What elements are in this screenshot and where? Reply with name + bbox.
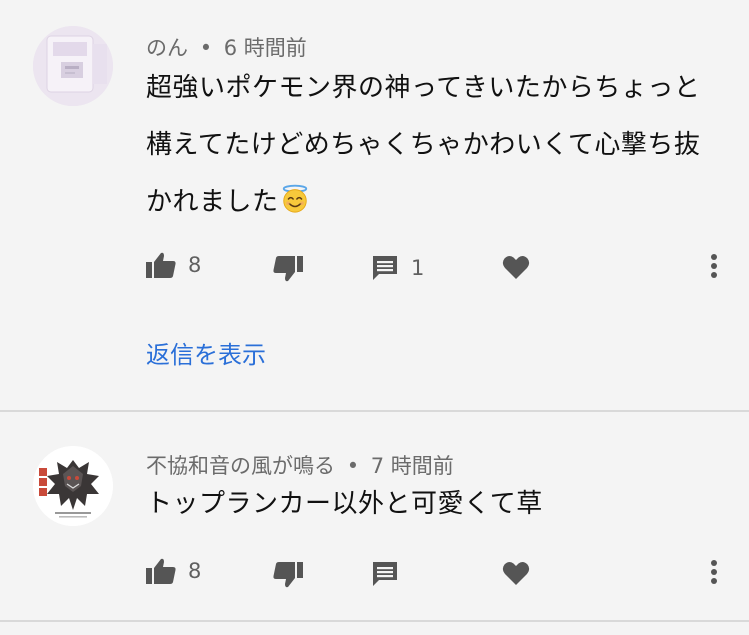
meta-separator: •: [199, 36, 213, 60]
comment: のん • 6 時間前 超強いポケモン界の神ってきいたからちょっと構えてたけどめち…: [0, 0, 749, 410]
thumbs-up-icon: [146, 252, 176, 278]
heart-button[interactable]: [502, 254, 530, 280]
heart-icon: [502, 255, 530, 279]
thumbs-down-icon: [273, 256, 303, 282]
author-name[interactable]: のん: [146, 36, 188, 60]
meta-separator: •: [346, 454, 360, 478]
more-options-button[interactable]: [709, 252, 719, 282]
reply-button[interactable]: 1: [371, 254, 424, 282]
smiling-face-with-halo-icon: [282, 184, 307, 213]
comment-time[interactable]: 6 時間前: [224, 36, 307, 60]
comment-text: 超強いポケモン界の神ってきいたからちょっと構えてたけどめちゃくちゃかわいくて心撃…: [146, 60, 716, 231]
reply-button[interactable]: [371, 560, 399, 588]
heart-icon: [502, 561, 530, 585]
avatar-image: [33, 446, 113, 526]
thumbs-up-icon: [146, 558, 176, 584]
comment-text-content: 超強いポケモン界の神ってきいたからちょっと構えてたけどめちゃくちゃかわいくて心撃…: [146, 73, 701, 217]
like-button[interactable]: 8: [146, 252, 201, 278]
avatar[interactable]: [33, 26, 113, 106]
more-vertical-icon: [711, 560, 717, 584]
like-count: 8: [188, 253, 202, 277]
divider: [0, 620, 749, 622]
comment-meta: のん • 6 時間前: [146, 32, 307, 62]
comment-time[interactable]: 7 時間前: [371, 454, 454, 478]
avatar[interactable]: [33, 446, 113, 526]
dislike-button[interactable]: [273, 256, 303, 282]
like-count: 8: [188, 559, 202, 583]
reply-count: 1: [411, 256, 425, 280]
comment-text: トップランカー以外と可愛くて草: [146, 476, 716, 533]
author-name[interactable]: 不協和音の風が鳴る: [146, 454, 335, 478]
thumbs-down-icon: [273, 562, 303, 588]
show-replies-link[interactable]: 返信を表示: [146, 335, 266, 370]
like-button[interactable]: 8: [146, 558, 201, 584]
more-vertical-icon: [711, 254, 717, 278]
heart-button[interactable]: [502, 560, 530, 586]
comment-icon: [373, 562, 397, 586]
comment-text-content: トップランカー以外と可愛くて草: [146, 489, 543, 519]
comment: 不協和音の風が鳴る • 7 時間前 トップランカー以外と可愛くて草 8: [0, 412, 749, 623]
comment-icon: [373, 256, 397, 280]
more-options-button[interactable]: [709, 558, 719, 588]
avatar-image: [33, 26, 113, 106]
dislike-button[interactable]: [273, 562, 303, 588]
